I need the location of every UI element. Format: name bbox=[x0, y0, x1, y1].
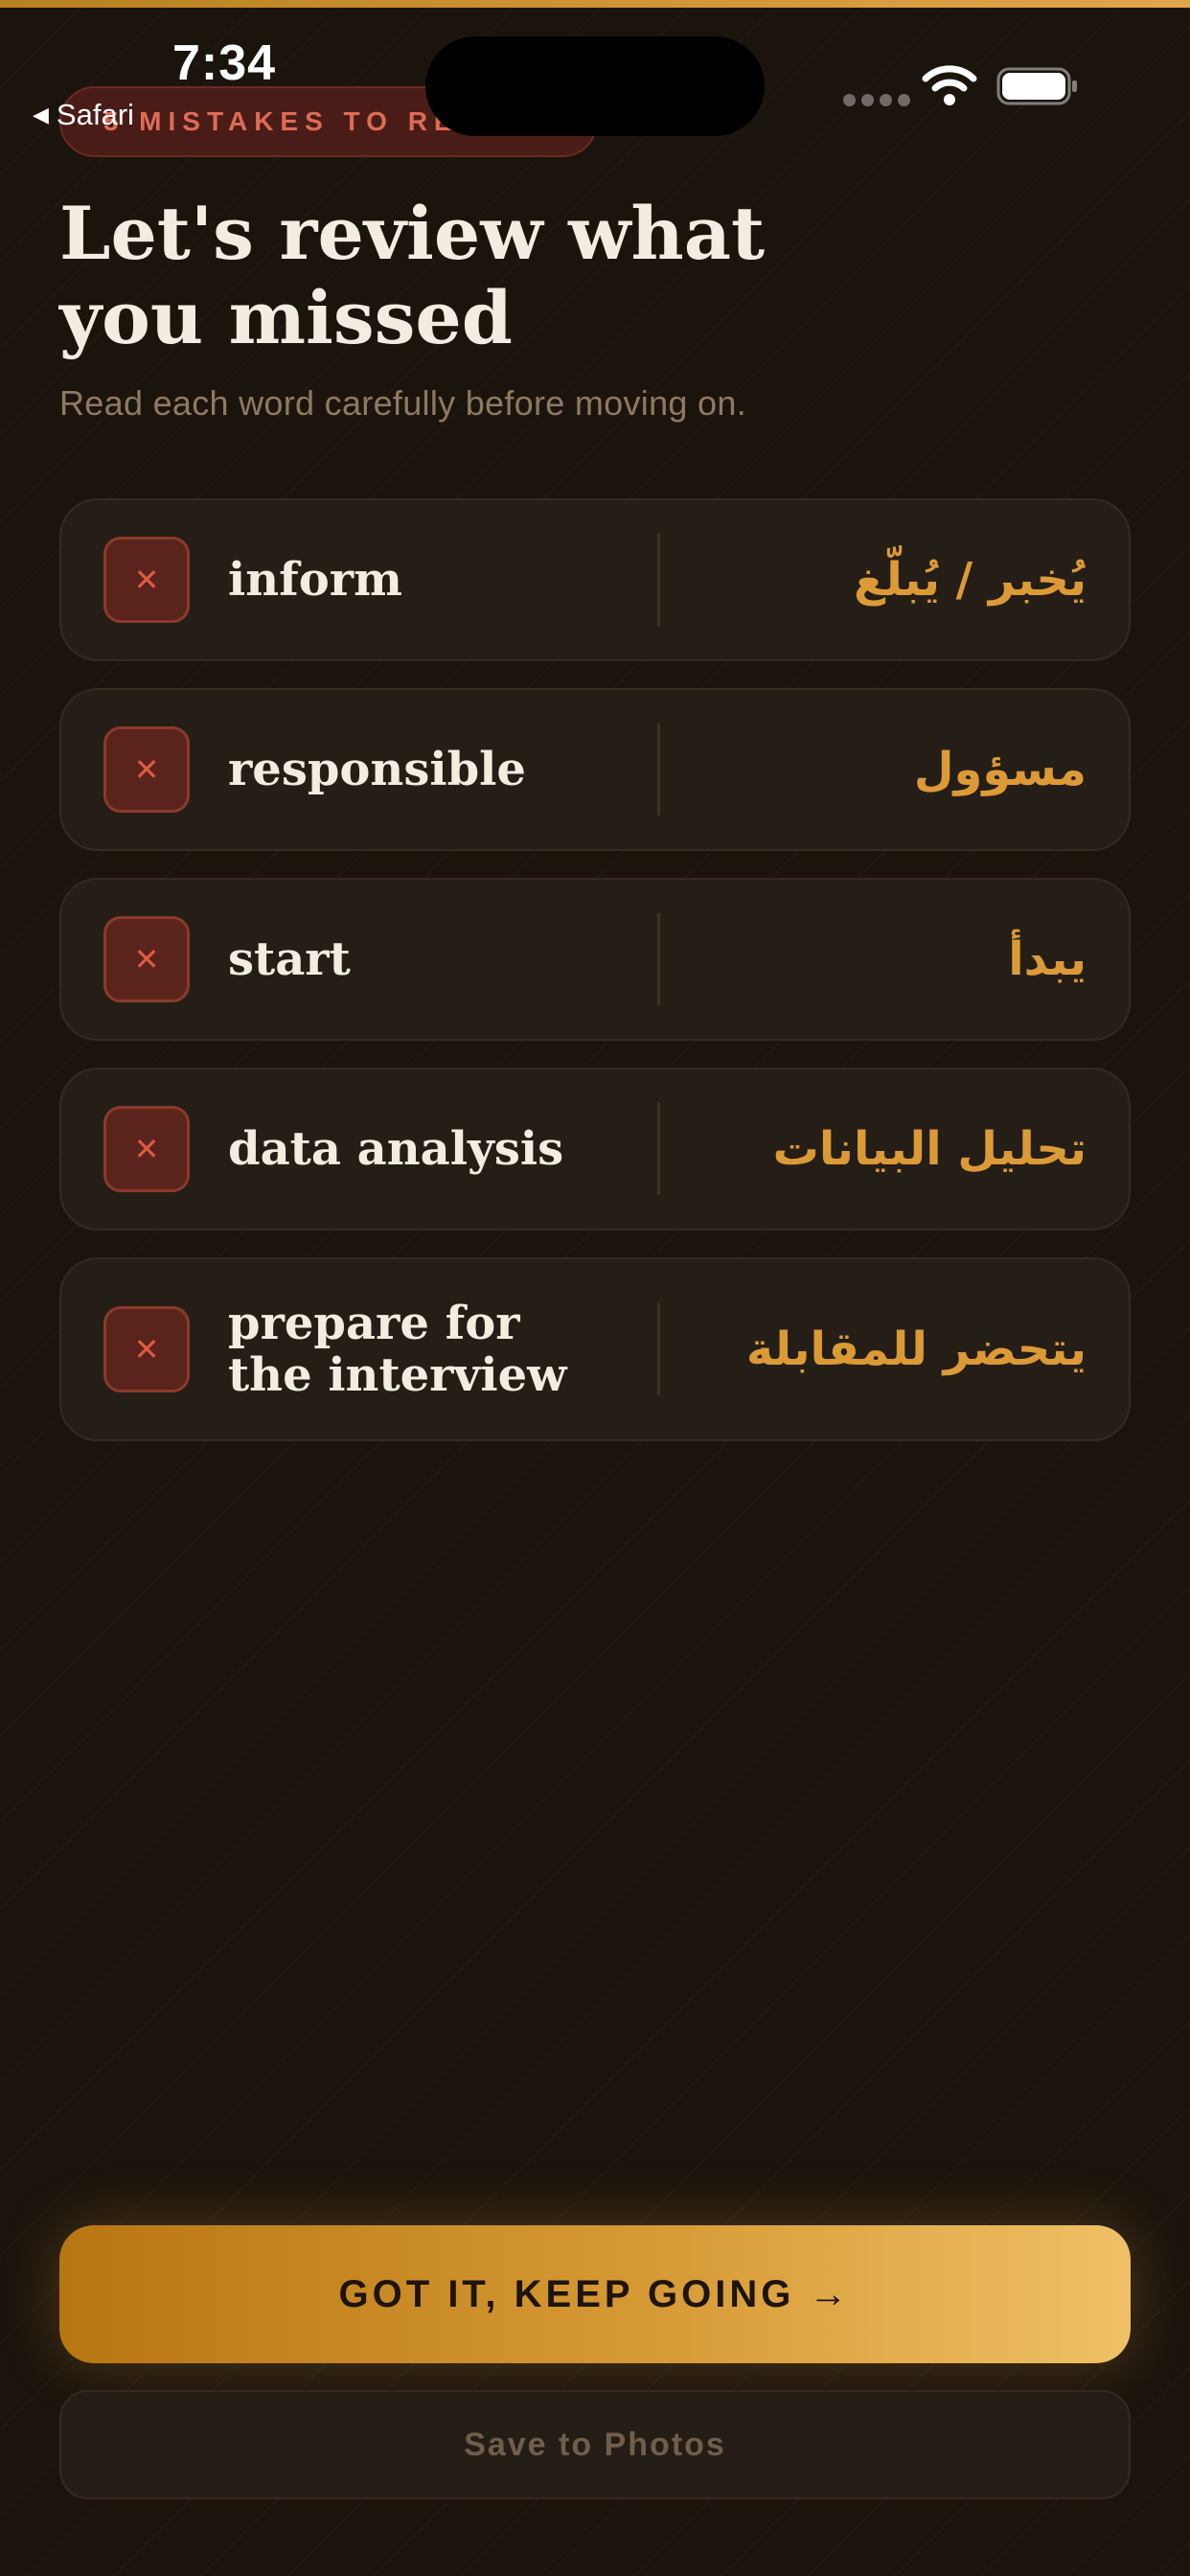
card-divider bbox=[657, 1103, 660, 1195]
english-word: data analysis bbox=[228, 1122, 564, 1176]
word-card: ✕ inform يُخبر / يُبلّغ bbox=[59, 498, 1131, 661]
card-divider bbox=[657, 534, 660, 626]
english-word: start bbox=[228, 932, 351, 986]
save-to-photos-label: Save to Photos bbox=[464, 2426, 726, 2463]
keep-going-button[interactable]: GOT IT, KEEP GOING → bbox=[59, 2225, 1131, 2363]
save-to-photos-button[interactable]: Save to Photos bbox=[59, 2390, 1131, 2499]
arabic-translation: يُخبر / يُبلّغ bbox=[853, 553, 1087, 607]
arabic-translation: يبدأ bbox=[1008, 932, 1087, 986]
english-word: prepare for the interview bbox=[228, 1297, 567, 1402]
card-divider bbox=[657, 913, 660, 1005]
close-icon: ✕ bbox=[103, 1106, 190, 1192]
word-card: ✕ prepare for the interview يتحضر للمقاب… bbox=[59, 1257, 1131, 1441]
english-word: inform bbox=[228, 553, 402, 607]
close-icon: ✕ bbox=[103, 537, 190, 623]
word-card: ✕ responsible مسؤول bbox=[59, 688, 1131, 851]
close-icon: ✕ bbox=[103, 1306, 190, 1392]
word-card: ✕ data analysis تحليل البيانات bbox=[59, 1068, 1131, 1230]
missed-words-list: ✕ inform يُخبر / يُبلّغ ✕ responsible مس… bbox=[59, 498, 1131, 1468]
dynamic-island bbox=[425, 36, 765, 136]
word-card: ✕ start يبدأ bbox=[59, 878, 1131, 1041]
back-to-safari-button[interactable]: ◀ Safari bbox=[33, 98, 134, 132]
english-word: responsible bbox=[228, 743, 526, 796]
battery-icon bbox=[996, 67, 1077, 105]
top-accent-bar bbox=[0, 0, 1190, 8]
card-divider bbox=[657, 724, 660, 816]
back-app-label: Safari bbox=[56, 98, 134, 131]
close-icon: ✕ bbox=[103, 726, 190, 813]
card-divider bbox=[657, 1303, 660, 1395]
page-title: Let's review what you missed bbox=[59, 191, 766, 360]
keep-going-label: GOT IT, KEEP GOING → bbox=[338, 2272, 852, 2315]
close-icon: ✕ bbox=[103, 916, 190, 1002]
cellular-signal-icon bbox=[843, 94, 910, 106]
arabic-translation: مسؤول bbox=[913, 743, 1087, 796]
arabic-translation: تحليل البيانات bbox=[772, 1122, 1087, 1176]
back-triangle-icon: ◀ bbox=[33, 103, 49, 126]
wifi-icon bbox=[922, 65, 977, 105]
arabic-translation: يتحضر للمقابلة bbox=[745, 1322, 1087, 1376]
status-time: 7:34 bbox=[172, 35, 277, 91]
page-subtitle: Read each word carefully before moving o… bbox=[59, 383, 746, 423]
